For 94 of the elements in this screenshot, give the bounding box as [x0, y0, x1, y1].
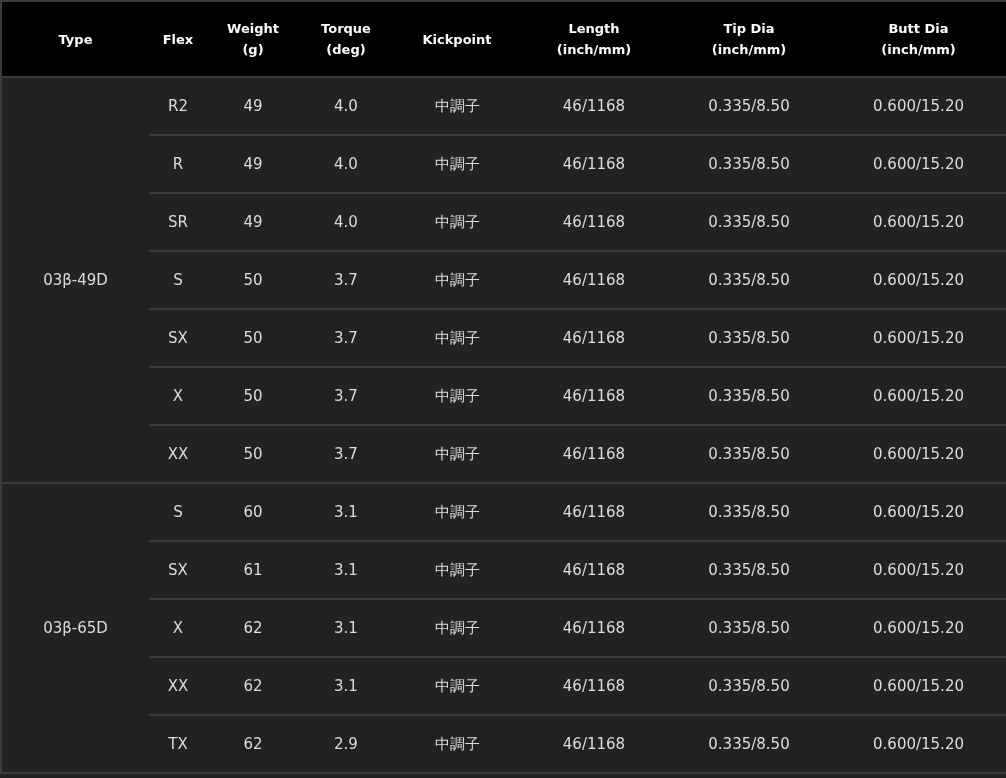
- table-cell: 2.9: [299, 715, 393, 773]
- table-cell: 4.0: [299, 193, 393, 251]
- table-cell: 中調子: [393, 251, 521, 309]
- table-cell: 中調子: [393, 193, 521, 251]
- table-cell: 0.600/15.20: [831, 367, 1006, 425]
- table-cell: 中調子: [393, 599, 521, 657]
- table-cell: 中調子: [393, 309, 521, 367]
- table-cell: 4.0: [299, 77, 393, 135]
- table-cell: 46/1168: [521, 425, 667, 483]
- table-cell: 46/1168: [521, 483, 667, 541]
- table-cell: 46/1168: [521, 135, 667, 193]
- table-cell: 3.1: [299, 599, 393, 657]
- column-header: Butt Dia (inch/mm): [831, 1, 1006, 77]
- table-cell: 3.1: [299, 541, 393, 599]
- table-cell: 中調子: [393, 77, 521, 135]
- table-cell: 46/1168: [521, 367, 667, 425]
- table-cell: 3.1: [299, 657, 393, 715]
- table-cell: 0.600/15.20: [831, 425, 1006, 483]
- table-cell: 50: [207, 251, 299, 309]
- table-cell: 46/1168: [521, 599, 667, 657]
- table-cell: 0.335/8.50: [667, 77, 831, 135]
- table-cell: 0.600/15.20: [831, 251, 1006, 309]
- table-cell: 0.600/15.20: [831, 309, 1006, 367]
- table-cell: 50: [207, 309, 299, 367]
- table-cell: S: [149, 251, 207, 309]
- table-cell: XX: [149, 657, 207, 715]
- table-cell: 46/1168: [521, 251, 667, 309]
- table-cell: SX: [149, 309, 207, 367]
- table-cell: 46/1168: [521, 77, 667, 135]
- table-cell: 中調子: [393, 135, 521, 193]
- table-cell: SR: [149, 193, 207, 251]
- table-cell: XX: [149, 425, 207, 483]
- table-cell: R2: [149, 77, 207, 135]
- table-cell: 62: [207, 657, 299, 715]
- table-cell: 0.600/15.20: [831, 135, 1006, 193]
- table-cell: 中調子: [393, 541, 521, 599]
- table-cell: 3.7: [299, 309, 393, 367]
- column-header: Type: [1, 1, 149, 77]
- column-header: Torque (deg): [299, 1, 393, 77]
- table-cell: 46/1168: [521, 541, 667, 599]
- type-cell: 03β-49D: [1, 77, 149, 483]
- table-cell: 3.7: [299, 251, 393, 309]
- table-cell: 0.335/8.50: [667, 599, 831, 657]
- table-cell: 50: [207, 425, 299, 483]
- table-cell: 0.600/15.20: [831, 541, 1006, 599]
- type-cell: 03β-65D: [1, 483, 149, 773]
- table-cell: 46/1168: [521, 657, 667, 715]
- table-cell: X: [149, 367, 207, 425]
- table-cell: S: [149, 483, 207, 541]
- table-cell: 0.335/8.50: [667, 367, 831, 425]
- column-header: Flex: [149, 1, 207, 77]
- table-cell: 0.335/8.50: [667, 483, 831, 541]
- table-cell: 3.7: [299, 425, 393, 483]
- table-cell: 3.7: [299, 367, 393, 425]
- column-header: Length (inch/mm): [521, 1, 667, 77]
- table-cell: 中調子: [393, 425, 521, 483]
- table-cell: SX: [149, 541, 207, 599]
- table-cell: 0.600/15.20: [831, 657, 1006, 715]
- column-header: Kickpoint: [393, 1, 521, 77]
- table-cell: TX: [149, 715, 207, 773]
- table-cell: 60: [207, 483, 299, 541]
- table-cell: 50: [207, 367, 299, 425]
- table-cell: 46/1168: [521, 193, 667, 251]
- table-cell: 0.335/8.50: [667, 251, 831, 309]
- column-header: Weight (g): [207, 1, 299, 77]
- table-cell: 49: [207, 193, 299, 251]
- table-cell: 62: [207, 715, 299, 773]
- table-cell: R: [149, 135, 207, 193]
- table-cell: 3.1: [299, 483, 393, 541]
- table-cell: 49: [207, 135, 299, 193]
- table-cell: 0.335/8.50: [667, 135, 831, 193]
- table-cell: 61: [207, 541, 299, 599]
- table-cell: 0.335/8.50: [667, 425, 831, 483]
- table-cell: 0.600/15.20: [831, 599, 1006, 657]
- table-cell: 0.335/8.50: [667, 193, 831, 251]
- table-cell: 0.600/15.20: [831, 483, 1006, 541]
- table-cell: 中調子: [393, 483, 521, 541]
- table-cell: 46/1168: [521, 309, 667, 367]
- table-cell: X: [149, 599, 207, 657]
- table-cell: 4.0: [299, 135, 393, 193]
- table-cell: 46/1168: [521, 715, 667, 773]
- table-cell: 0.335/8.50: [667, 541, 831, 599]
- table-cell: 0.600/15.20: [831, 77, 1006, 135]
- table-cell: 0.600/15.20: [831, 193, 1006, 251]
- column-header: Tip Dia (inch/mm): [667, 1, 831, 77]
- table-cell: 0.335/8.50: [667, 657, 831, 715]
- table-cell: 中調子: [393, 715, 521, 773]
- table-cell: 0.600/15.20: [831, 715, 1006, 773]
- table-cell: 0.335/8.50: [667, 309, 831, 367]
- table-cell: 49: [207, 77, 299, 135]
- table-cell: 中調子: [393, 367, 521, 425]
- table-cell: 0.335/8.50: [667, 715, 831, 773]
- table-cell: 62: [207, 599, 299, 657]
- table-cell: 中調子: [393, 657, 521, 715]
